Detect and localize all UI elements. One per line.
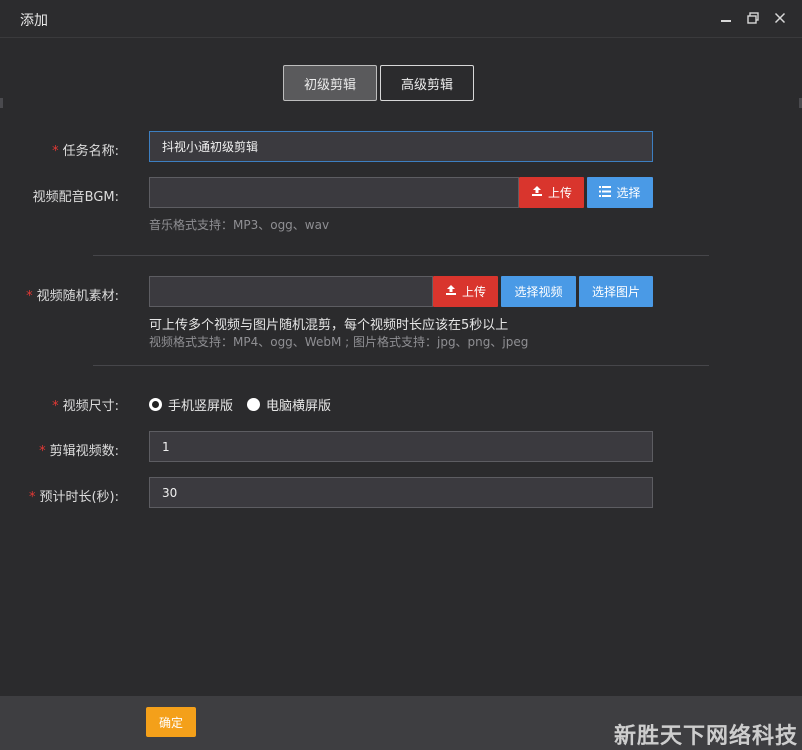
duration-input[interactable]: 30 xyxy=(149,477,653,508)
radio-portrait[interactable]: 手机竖屏版 xyxy=(149,395,233,414)
required-mark: * xyxy=(39,444,46,459)
bgm-select-button[interactable]: 选择 xyxy=(587,177,653,208)
radio-unchecked-icon[interactable] xyxy=(247,398,261,411)
required-mark: * xyxy=(28,490,36,505)
radio-checked-icon[interactable] xyxy=(149,398,162,411)
close-icon[interactable] xyxy=(771,9,789,27)
maximize-icon[interactable] xyxy=(744,9,762,27)
list-icon xyxy=(599,185,612,200)
confirm-button[interactable]: 确定 xyxy=(146,707,196,737)
watermark: 新胜天下网络科技 xyxy=(613,724,798,749)
section-divider xyxy=(93,365,709,366)
duration-label: * 预计时长(秒): xyxy=(28,490,119,505)
dialog-footer: 确定 新胜天下网络科技 xyxy=(0,696,802,750)
bgm-label: 视频配音BGM: xyxy=(32,190,119,205)
required-mark: * xyxy=(26,289,33,304)
bgm-format-hint: 音乐格式支持：MP3、ogg、wav xyxy=(149,218,330,232)
task-name-label: * 任务名称: xyxy=(52,144,119,159)
tab-basic-edit[interactable]: 初级剪辑 xyxy=(283,65,378,101)
edge-marker xyxy=(0,98,3,108)
dialog-body: 初级剪辑 高级剪辑 * 任务名称: 抖视小通初级剪辑 视频配音BGM: 上传 选择… xyxy=(0,39,802,696)
select-video-button[interactable]: 选择视频 xyxy=(501,276,576,307)
task-name-input[interactable]: 抖视小通初级剪辑 xyxy=(149,131,653,162)
material-format-hint: 视频格式支持：MP4、ogg、WebM ; 图片格式支持：jpg、png、jpe… xyxy=(149,335,529,349)
section-divider xyxy=(93,255,709,256)
select-image-button[interactable]: 选择图片 xyxy=(579,276,653,307)
bgm-upload-button[interactable]: 上传 xyxy=(519,177,584,208)
clip-count-input[interactable]: 1 xyxy=(149,431,653,462)
upload-icon xyxy=(531,185,543,200)
dialog-title: 添加 xyxy=(20,13,48,29)
tab-advanced-edit[interactable]: 高级剪辑 xyxy=(380,65,475,101)
bgm-input[interactable] xyxy=(149,177,519,208)
mode-tabs: 初级剪辑 高级剪辑 xyxy=(283,65,475,101)
video-size-radio-group: 手机竖屏版 电脑横屏版 xyxy=(149,395,345,414)
material-input[interactable] xyxy=(149,276,433,307)
required-mark: * xyxy=(52,399,59,414)
radio-landscape[interactable]: 电脑横屏版 xyxy=(247,395,331,414)
material-upload-button[interactable]: 上传 xyxy=(433,276,498,307)
clip-count-label: * 剪辑视频数: xyxy=(39,444,119,459)
minimize-icon[interactable] xyxy=(717,9,735,27)
material-hint: 可上传多个视频与图片随机混剪，每个视频时长应该在5秒以上 xyxy=(149,318,509,333)
dialog-titlebar: 添加 xyxy=(0,0,802,38)
material-label: * 视频随机素材: xyxy=(26,289,119,304)
video-size-label: * 视频尺寸: xyxy=(52,399,119,414)
required-mark: * xyxy=(52,144,59,159)
upload-icon xyxy=(445,284,457,299)
